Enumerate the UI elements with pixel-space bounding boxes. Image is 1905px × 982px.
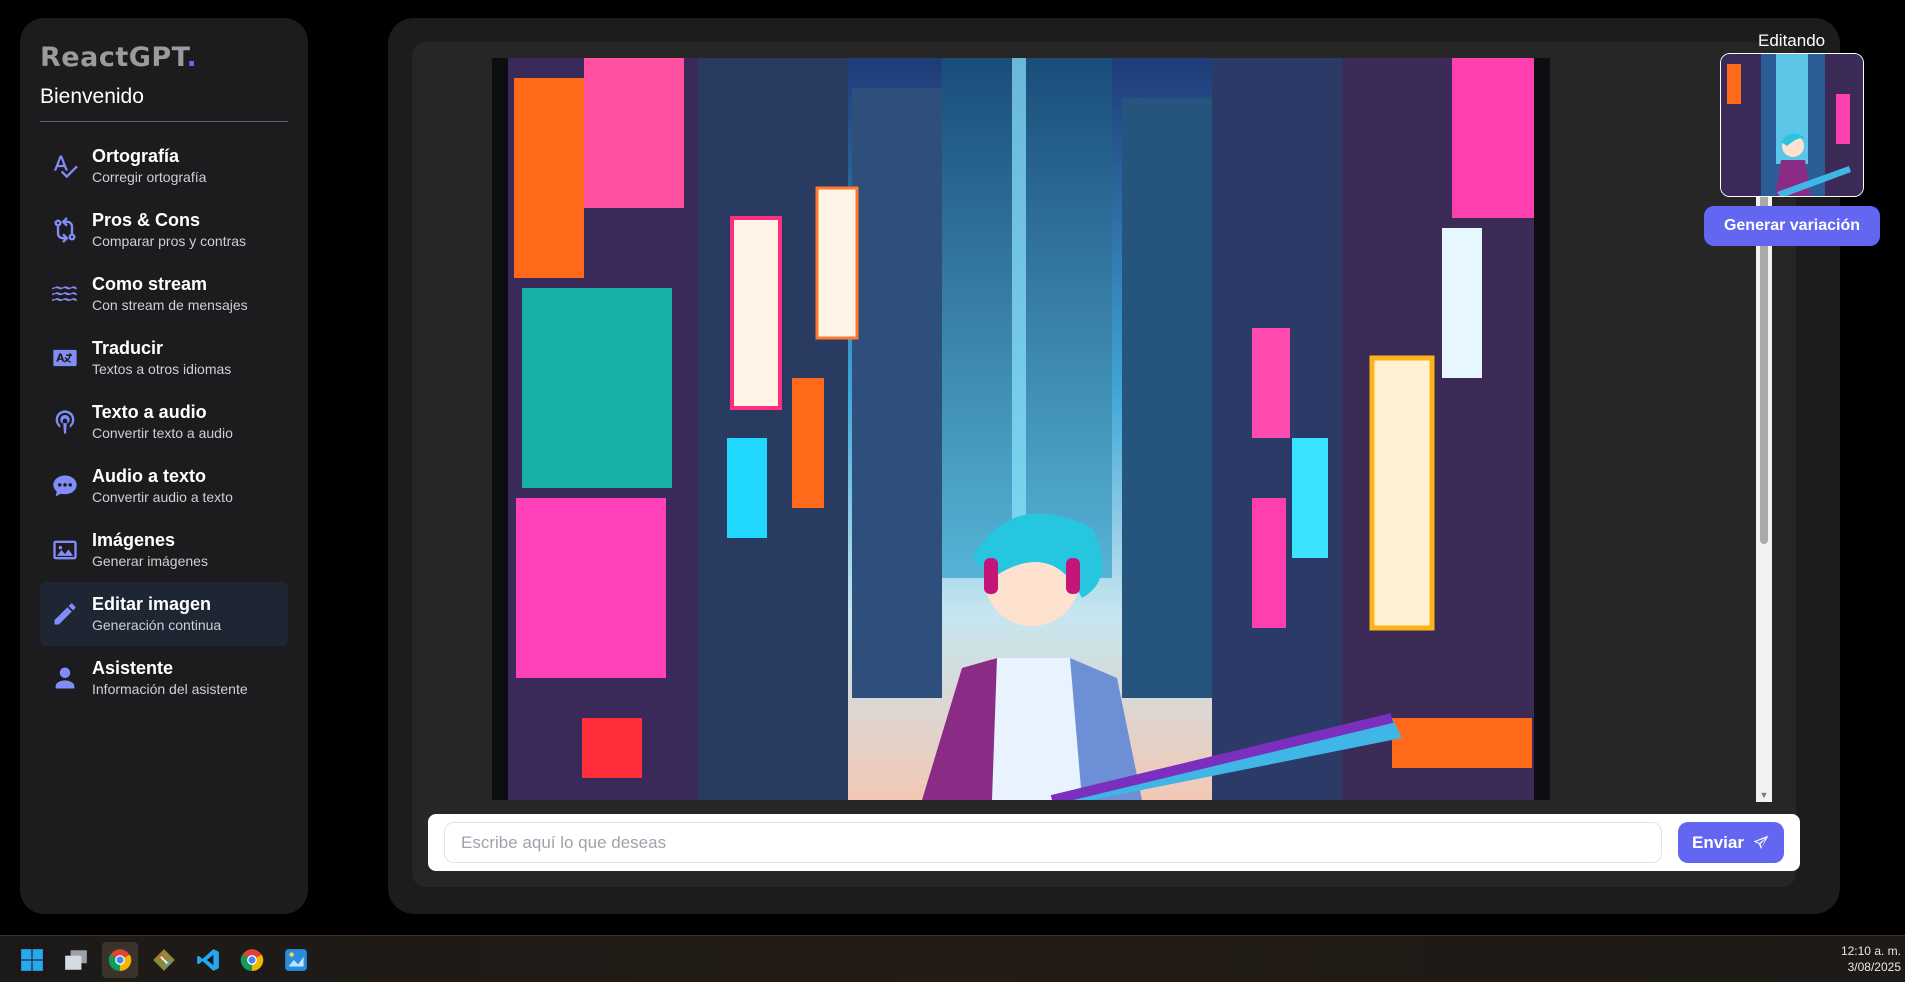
pencil-icon: [48, 597, 82, 631]
water-waves-icon: [48, 277, 82, 311]
sidebar-item-title: Como stream: [92, 274, 208, 294]
sidebar: ReactGPT. Bienvenido Ortografía Corregir…: [20, 18, 308, 914]
sidebar-item-title: Traducir: [92, 338, 164, 358]
thumbnail-image: [1721, 54, 1863, 196]
os-taskbar: 12:10 a. m. 3/08/2025: [0, 935, 1905, 982]
sidebar-item-asistente[interactable]: Asistente Información del asistente: [40, 646, 288, 710]
clock-date: 3/08/2025: [1847, 960, 1901, 974]
vscode-icon[interactable]: [190, 942, 226, 978]
sidebar-item-subtitle: Convertir audio a texto: [92, 489, 233, 505]
send-button-label: Enviar: [1692, 832, 1744, 852]
sidebar-item-title: Audio a texto: [92, 466, 207, 486]
sidebar-item-imagenes[interactable]: Imágenes Generar imágenes: [40, 518, 288, 582]
windows-start-icon[interactable]: [14, 942, 50, 978]
sidebar-item-audio-texto[interactable]: Audio a texto Convertir audio a texto: [40, 454, 288, 518]
sidebar-item-como-stream[interactable]: Como stream Con stream de mensajes: [40, 262, 288, 326]
git-icon[interactable]: [146, 942, 182, 978]
sidebar-item-ortografia[interactable]: Ortografía Corregir ortografía: [40, 134, 288, 198]
editing-label: Editando: [1758, 31, 1826, 50]
welcome-text: Bienvenido: [40, 85, 288, 122]
message-input[interactable]: [444, 822, 1662, 863]
sidebar-nav: Ortografía Corregir ortografía Pros & Co…: [40, 134, 288, 710]
sidebar-item-title: Pros & Cons: [92, 210, 201, 230]
sidebar-item-subtitle: Con stream de mensajes: [92, 297, 248, 313]
language-translate-icon: [48, 341, 82, 375]
sidebar-item-editar-imagen[interactable]: Editar imagen Generación continua: [40, 582, 288, 646]
spellcheck-icon: [48, 149, 82, 183]
chat-container: ▲ ▼ Enviar: [412, 42, 1800, 887]
system-clock[interactable]: 12:10 a. m. 3/08/2025: [1841, 943, 1901, 975]
send-button[interactable]: Enviar: [1678, 822, 1784, 863]
sidebar-item-texto-audio[interactable]: Texto a audio Convertir texto a audio: [40, 390, 288, 454]
app-logo: ReactGPT.: [40, 42, 198, 73]
app-window: ReactGPT. Bienvenido Ortografía Corregir…: [0, 0, 1905, 982]
sidebar-item-subtitle: Corregir ortografía: [92, 169, 207, 185]
image-icon: [48, 533, 82, 567]
chrome-icon[interactable]: [102, 942, 138, 978]
sidebar-item-subtitle: Convertir texto a audio: [92, 425, 233, 441]
generated-image-illustration: [508, 58, 1534, 805]
compare-arrows-icon: [48, 213, 82, 247]
chrome-icon[interactable]: [234, 942, 270, 978]
sidebar-item-title: Editar imagen: [92, 594, 212, 614]
scroll-down-icon[interactable]: ▼: [1759, 790, 1769, 800]
sidebar-item-subtitle: Textos a otros idiomas: [92, 361, 232, 377]
sidebar-item-title: Ortografía: [92, 146, 180, 166]
message-form: Enviar: [428, 814, 1800, 871]
user-icon: [48, 661, 82, 695]
sidebar-item-title: Asistente: [92, 658, 174, 678]
sidebar-item-subtitle: Información del asistente: [92, 681, 248, 697]
sidebar-item-subtitle: Comparar pros y contras: [92, 233, 247, 249]
task-view-icon[interactable]: [58, 942, 94, 978]
paint-icon[interactable]: [278, 942, 314, 978]
sidebar-item-title: Imágenes: [92, 530, 176, 550]
clock-time: 12:10 a. m.: [1840, 944, 1901, 958]
generate-variation-button[interactable]: Generar variación: [1704, 206, 1880, 246]
sidebar-item-pros-cons[interactable]: Pros & Cons Comparar pros y contras: [40, 198, 288, 262]
generated-image: [492, 58, 1550, 805]
main-panel: ▲ ▼ Enviar: [388, 18, 1840, 914]
comment-dots-icon: [48, 469, 82, 503]
podcast-icon: [48, 405, 82, 439]
sidebar-item-traducir[interactable]: Traducir Textos a otros idiomas: [40, 326, 288, 390]
editing-thumbnail[interactable]: [1720, 53, 1864, 197]
sidebar-item-subtitle: Generar imágenes: [92, 553, 208, 569]
sidebar-item-title: Texto a audio: [92, 402, 207, 422]
sidebar-item-subtitle: Generación continua: [92, 617, 222, 633]
paper-plane-icon: [1753, 835, 1769, 849]
